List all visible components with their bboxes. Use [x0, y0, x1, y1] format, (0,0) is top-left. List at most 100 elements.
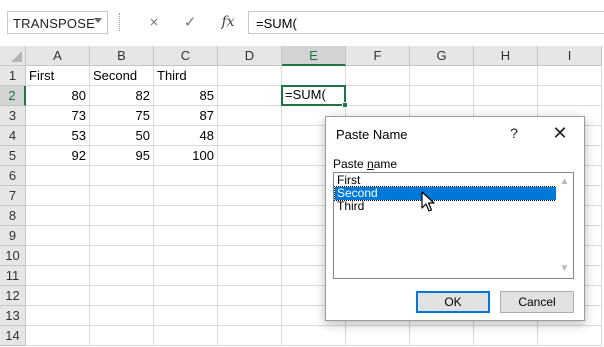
cell-d11[interactable] [218, 266, 282, 286]
ok-button[interactable]: OK [416, 291, 490, 313]
cell-c6[interactable] [154, 166, 218, 186]
cell-i1[interactable] [538, 66, 602, 86]
cell-e2[interactable]: =SUM( [281, 85, 348, 108]
column-header-b[interactable]: B [90, 46, 154, 66]
cell-c7[interactable] [154, 186, 218, 206]
cell-b7[interactable] [90, 186, 154, 206]
cell-d8[interactable] [218, 206, 282, 226]
cell-c5[interactable]: 100 [154, 146, 218, 166]
cell-a4[interactable]: 53 [26, 126, 90, 146]
cell-d2[interactable] [218, 86, 282, 106]
names-listbox[interactable]: First Second Third ▲ ▼ [333, 172, 574, 279]
cell-b13[interactable] [90, 306, 154, 326]
insert-function-icon[interactable]: fx [211, 11, 245, 34]
row-header-9[interactable]: 9 [0, 226, 26, 246]
row-header-4[interactable]: 4 [0, 126, 26, 146]
cell-h14[interactable] [474, 326, 538, 346]
cell-b14[interactable] [90, 326, 154, 346]
cell-d7[interactable] [218, 186, 282, 206]
cell-d5[interactable] [218, 146, 282, 166]
select-all-button[interactable] [0, 46, 26, 66]
cell-b9[interactable] [90, 226, 154, 246]
cell-c1[interactable]: Third [154, 66, 218, 86]
cell-b8[interactable] [90, 206, 154, 226]
column-header-d[interactable]: D [218, 46, 282, 66]
cell-a5[interactable]: 92 [26, 146, 90, 166]
cell-d3[interactable] [218, 106, 282, 126]
cell-d14[interactable] [218, 326, 282, 346]
cell-h2[interactable] [474, 86, 538, 106]
row-header-10[interactable]: 10 [0, 246, 26, 266]
cell-c13[interactable] [154, 306, 218, 326]
cell-c2[interactable]: 85 [154, 86, 218, 106]
row-header-14[interactable]: 14 [0, 326, 26, 346]
list-item-second[interactable]: Second [334, 186, 557, 201]
cell-d13[interactable] [218, 306, 282, 326]
cell-c9[interactable] [154, 226, 218, 246]
column-header-e[interactable]: E [282, 46, 346, 66]
row-header-13[interactable]: 13 [0, 306, 26, 326]
cell-c8[interactable] [154, 206, 218, 226]
cell-a3[interactable]: 73 [26, 106, 90, 126]
row-header-11[interactable]: 11 [0, 266, 26, 286]
cell-a6[interactable] [26, 166, 90, 186]
cell-a1[interactable]: First [26, 66, 90, 86]
cell-a11[interactable] [26, 266, 90, 286]
cell-a14[interactable] [26, 326, 90, 346]
row-header-12[interactable]: 12 [0, 286, 26, 306]
cell-e14[interactable] [282, 326, 346, 346]
cell-f1[interactable] [346, 66, 410, 86]
cell-c12[interactable] [154, 286, 218, 306]
cell-d10[interactable] [218, 246, 282, 266]
cell-a12[interactable] [26, 286, 90, 306]
cell-c3[interactable]: 87 [154, 106, 218, 126]
cell-d9[interactable] [218, 226, 282, 246]
cell-a9[interactable] [26, 226, 90, 246]
fill-handle[interactable] [342, 102, 348, 108]
cell-b1[interactable]: Second [90, 66, 154, 86]
column-header-a[interactable]: A [26, 46, 90, 66]
row-header-6[interactable]: 6 [0, 166, 26, 186]
cell-a13[interactable] [26, 306, 90, 326]
cell-d1[interactable] [218, 66, 282, 86]
cell-b5[interactable]: 95 [90, 146, 154, 166]
column-header-i[interactable]: I [538, 46, 602, 66]
cell-c4[interactable]: 48 [154, 126, 218, 146]
cell-a8[interactable] [26, 206, 90, 226]
cell-g14[interactable] [410, 326, 474, 346]
chevron-down-icon[interactable] [94, 18, 102, 23]
cell-a10[interactable] [26, 246, 90, 266]
row-header-1[interactable]: 1 [0, 66, 26, 86]
cell-f14[interactable] [346, 326, 410, 346]
cell-b6[interactable] [90, 166, 154, 186]
cell-b2[interactable]: 82 [90, 86, 154, 106]
cell-b4[interactable]: 50 [90, 126, 154, 146]
formula-input[interactable]: =SUM( [248, 11, 604, 34]
cell-b12[interactable] [90, 286, 154, 306]
list-item-third[interactable]: Third [335, 200, 556, 213]
name-box[interactable]: TRANSPOSE [7, 11, 108, 34]
cell-b10[interactable] [90, 246, 154, 266]
cell-b11[interactable] [90, 266, 154, 286]
chevron-down-icon[interactable]: ▼ [556, 262, 573, 276]
cell-a7[interactable] [26, 186, 90, 206]
row-header-2[interactable]: 2 [0, 86, 26, 106]
cell-c14[interactable] [154, 326, 218, 346]
row-header-7[interactable]: 7 [0, 186, 26, 206]
cell-d12[interactable] [218, 286, 282, 306]
column-header-h[interactable]: H [474, 46, 538, 66]
column-header-f[interactable]: F [346, 46, 410, 66]
cell-i14[interactable] [538, 326, 602, 346]
cell-e1[interactable] [282, 66, 346, 86]
cell-i2[interactable] [538, 86, 602, 106]
row-header-3[interactable]: 3 [0, 106, 26, 126]
enter-icon[interactable]: ✓ [173, 11, 207, 34]
row-header-5[interactable]: 5 [0, 146, 26, 166]
cancel-button[interactable]: Cancel [500, 291, 574, 313]
column-header-g[interactable]: G [410, 46, 474, 66]
listbox-scrollbar[interactable]: ▲ ▼ [556, 173, 573, 278]
cell-h1[interactable] [474, 66, 538, 86]
cell-c10[interactable] [154, 246, 218, 266]
cell-d4[interactable] [218, 126, 282, 146]
formula-bar-separator[interactable] [119, 13, 121, 31]
